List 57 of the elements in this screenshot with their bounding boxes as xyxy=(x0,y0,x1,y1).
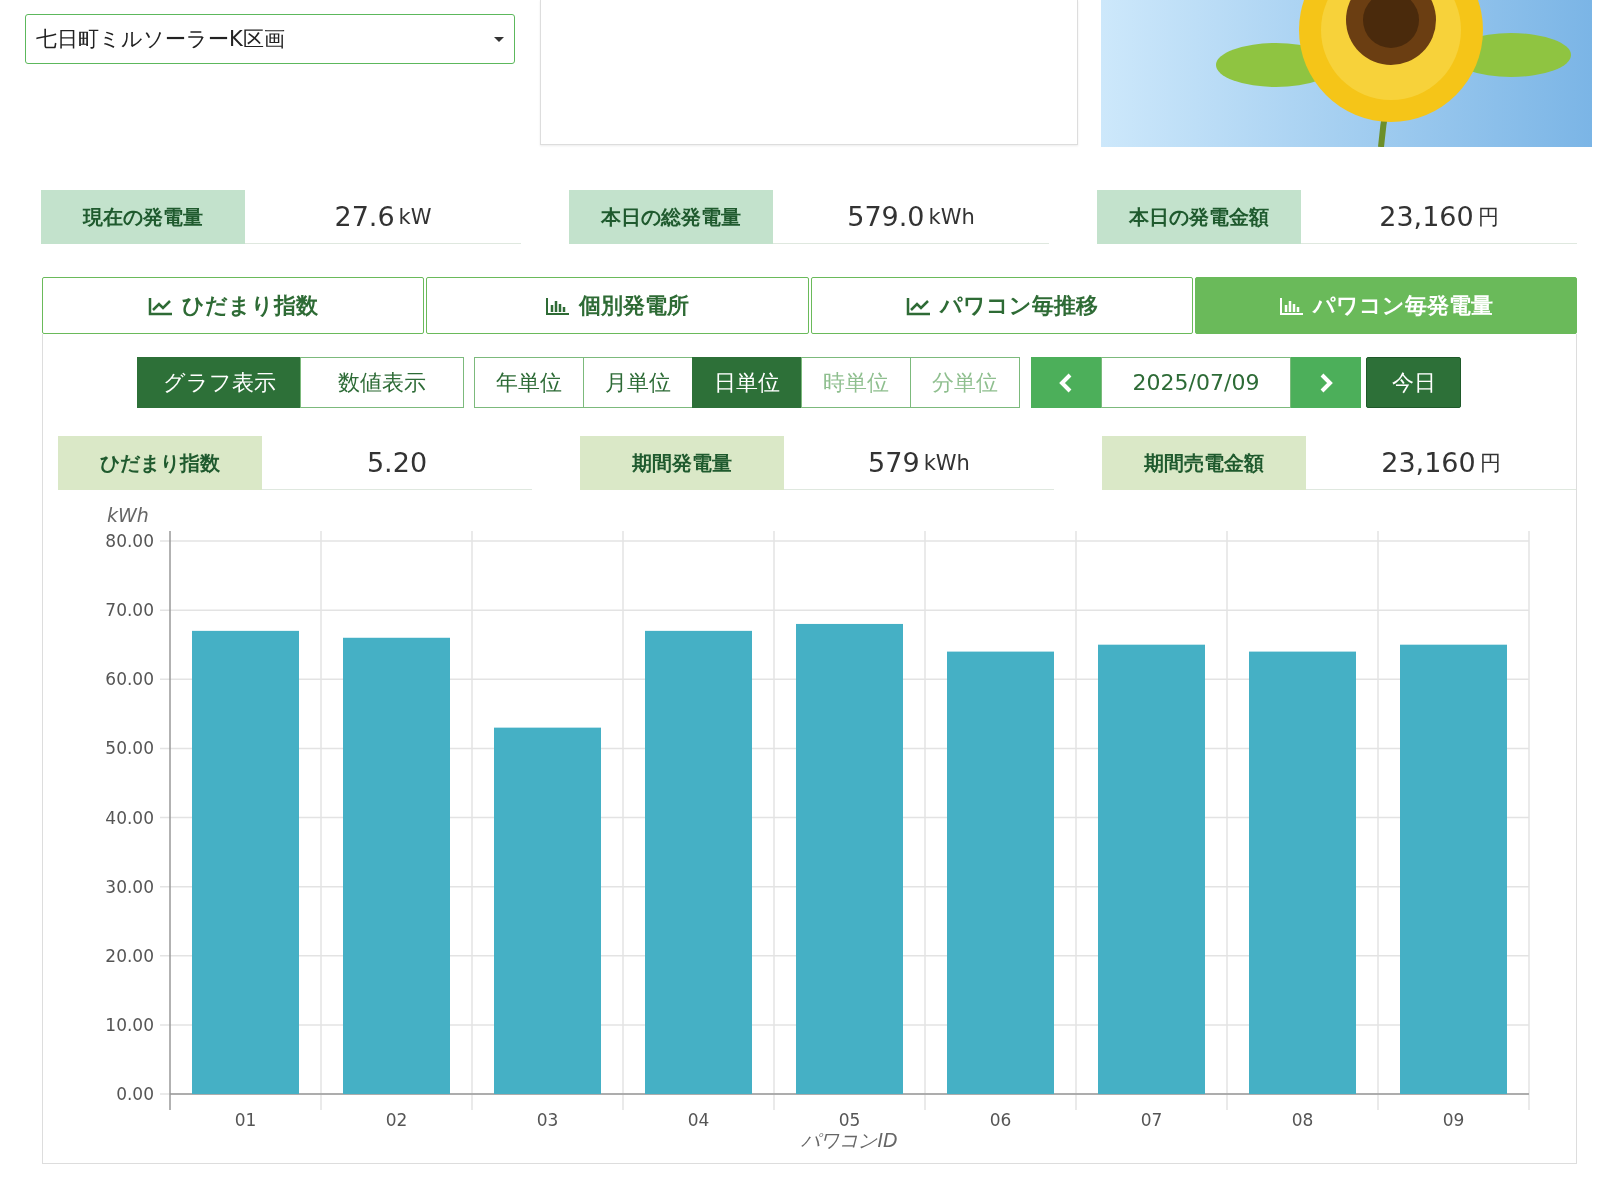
stat-label: 期間売電金額 xyxy=(1102,436,1306,490)
x-tick-label: 02 xyxy=(385,1110,408,1130)
stat-unit: 円 xyxy=(1479,449,1501,477)
x-tick-label: 07 xyxy=(1140,1110,1163,1130)
stat-value: 23,160 xyxy=(1381,447,1476,478)
y-tick-label: 40.00 xyxy=(105,807,154,828)
chart-tab[interactable]: パワコン毎推移 xyxy=(810,277,1193,334)
y-tick-label: 10.00 xyxy=(105,1014,154,1035)
bar-chart-icon xyxy=(1278,295,1305,316)
y-tick-label: 0.00 xyxy=(116,1084,154,1104)
unit-button[interactable]: 月単位 xyxy=(583,357,693,408)
x-tick-label: 03 xyxy=(536,1110,559,1130)
view-mode-button[interactable]: グラフ表示 xyxy=(137,357,301,408)
x-tick-label: 06 xyxy=(989,1110,1012,1130)
stat-unit: kWh xyxy=(923,450,970,475)
stat-label: 現在の発電量 xyxy=(41,190,245,244)
stat-value: 579 xyxy=(868,447,920,478)
chevron-right-icon xyxy=(1319,372,1333,393)
chart-tab[interactable]: 個別発電所 xyxy=(426,277,809,334)
x-tick-label: 05 xyxy=(838,1110,861,1130)
y-tick-label: 60.00 xyxy=(105,669,154,690)
stat-unit: kW xyxy=(398,204,432,229)
y-tick-label: 50.00 xyxy=(105,738,154,759)
stat-unit: kWh xyxy=(928,204,975,229)
y-tick-label: 70.00 xyxy=(105,600,154,621)
y-tick-label: 30.00 xyxy=(105,876,154,897)
stat-label: 本日の発電金額 xyxy=(1097,190,1301,244)
stat-label: 本日の総発電量 xyxy=(569,190,773,244)
caret-icon xyxy=(494,36,504,42)
stat-value: 23,160 xyxy=(1379,201,1474,232)
chevron-left-icon xyxy=(1059,372,1073,393)
y-tick-label: 20.00 xyxy=(105,945,154,966)
stat-value: 579.0 xyxy=(847,201,925,232)
x-tick-label: 01 xyxy=(234,1110,257,1130)
stat-unit: 円 xyxy=(1477,203,1499,231)
date-field[interactable]: 2025/07/09 xyxy=(1101,357,1291,408)
x-tick-label: 08 xyxy=(1291,1110,1314,1130)
unit-button[interactable]: 日単位 xyxy=(692,357,802,408)
unit-button[interactable]: 年単位 xyxy=(474,357,584,408)
line-chart-icon xyxy=(905,295,932,316)
bar-chart-icon xyxy=(545,295,572,316)
line-chart-icon xyxy=(148,295,175,316)
y-tick-label: 80.00 xyxy=(105,531,154,551)
stat-label: ひだまり指数 xyxy=(58,436,262,490)
chart-tab[interactable]: ひだまり指数 xyxy=(42,277,425,334)
x-axis-title: パワコンID xyxy=(801,1129,898,1151)
today-button[interactable]: 今日 xyxy=(1366,357,1461,408)
stat-value: 27.6 xyxy=(334,201,395,232)
stat-label: 期間発電量 xyxy=(580,436,784,490)
stat-value: 5.20 xyxy=(366,447,428,478)
y-axis-title: kWh xyxy=(107,504,149,526)
x-tick-label: 04 xyxy=(687,1110,710,1130)
x-tick-label: 09 xyxy=(1442,1110,1465,1130)
site-select[interactable]: 七日町ミルソーラーK区画 xyxy=(25,14,515,64)
previous-button[interactable] xyxy=(1031,357,1101,408)
view-mode-button[interactable]: 数値表示 xyxy=(300,357,464,408)
next-button[interactable] xyxy=(1291,357,1361,408)
